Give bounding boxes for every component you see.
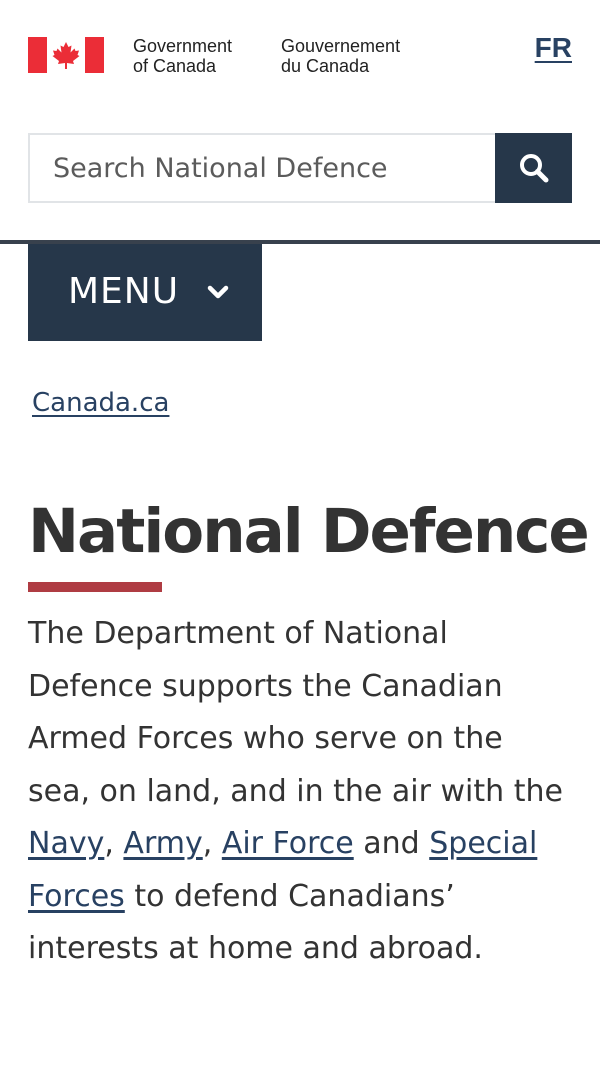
government-of-canada-wordmark-fr[interactable]: Gouvernement du Canada: [281, 36, 400, 76]
menu-label: MENU: [68, 271, 180, 312]
air-force-link[interactable]: Air Force: [222, 826, 354, 861]
army-link[interactable]: Army: [123, 826, 202, 861]
government-of-canada-wordmark-en[interactable]: Government of Canada: [133, 36, 232, 76]
wordmark-en-line1: Government: [133, 36, 233, 56]
intro-text-part2: and: [353, 826, 430, 861]
intro-text-part1: The Department of National Defence suppo…: [28, 616, 563, 809]
wordmark-fr-line2: du Canada: [281, 56, 370, 76]
intro-separator-1: ,: [104, 826, 124, 861]
intro-paragraph: The Department of National Defence suppo…: [28, 608, 572, 976]
title-underline-bar: [28, 582, 162, 592]
breadcrumb-link-canada[interactable]: Canada.ca: [32, 388, 169, 418]
chevron-down-icon: [207, 285, 229, 299]
wordmark-fr-line1: Gouvernement: [281, 36, 401, 56]
intro-separator-2: ,: [202, 826, 222, 861]
search-input[interactable]: [28, 133, 495, 203]
search-button[interactable]: [495, 133, 572, 203]
wordmark-en-line2: of Canada: [133, 56, 217, 76]
navy-link[interactable]: Navy: [28, 826, 104, 861]
search-icon: [519, 154, 548, 183]
search-form: [28, 133, 572, 203]
site-header: Government of Canada Gouvernement du Can…: [0, 0, 600, 110]
language-toggle-link[interactable]: FR: [535, 32, 572, 64]
page-title: National Defence: [28, 496, 590, 567]
page: Government of Canada Gouvernement du Can…: [0, 0, 600, 1065]
canada-flag-icon[interactable]: [28, 37, 104, 73]
